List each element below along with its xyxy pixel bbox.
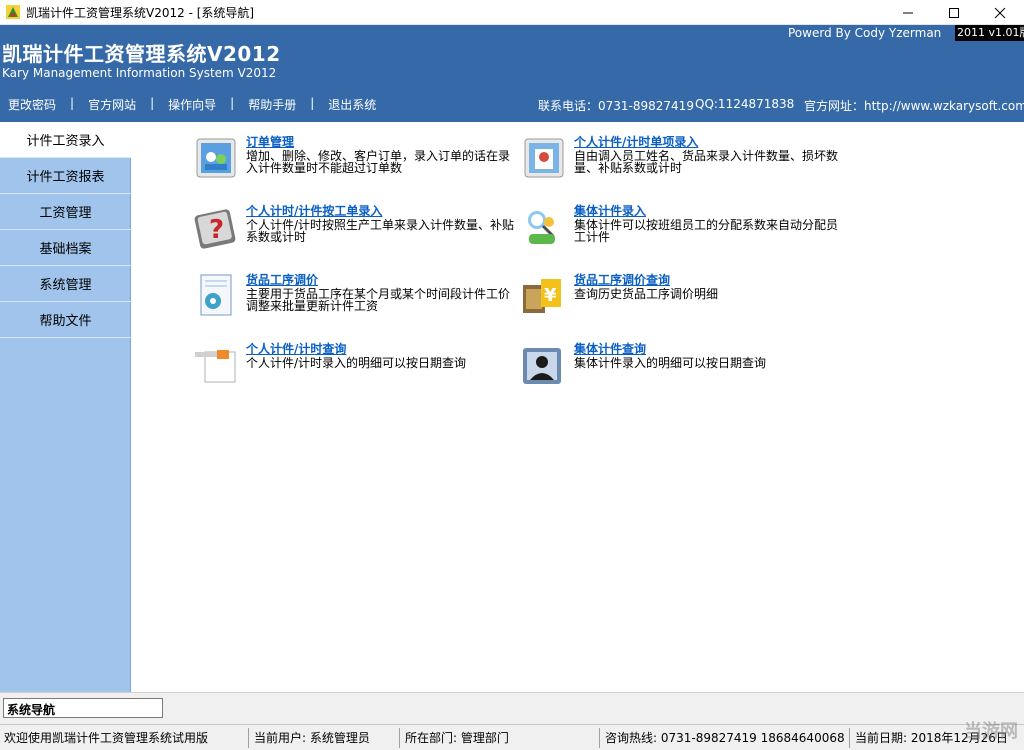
sidebar-item-system-management[interactable]: 系统管理 [0,266,131,302]
bottom-panel: 系统导航 [0,692,1024,724]
status-welcome: 欢迎使用凯瑞计件工资管理系统试用版 [2,728,249,748]
entry-description: 个人计件/计时按照生产工单来录入计件数量、补贴系数或计时 [246,218,515,244]
sidebar-item-wage-management[interactable]: 工资管理 [0,194,131,230]
header-banner: Powerd By Cody Yzerman 2011 v1.01版 凯瑞计件工… [0,25,1024,122]
entry-title[interactable]: 集体计件录入 [574,202,646,219]
entry-description: 查询历史货品工序调价明细 [574,287,719,301]
entry-description: 集体计件可以按班组员工的分配系数来自动分配员工计件 [574,218,839,244]
entry-description: 个人计件/计时录入的明细可以按日期查询 [246,356,467,370]
top-menu: 更改密码 | 官方网站 | 操作向导 | 帮助手册 | 退出系统 [0,96,384,114]
minimize-icon [903,12,913,13]
personal-entry-icon[interactable] [519,133,567,181]
minimize-button[interactable] [885,0,931,25]
main-content: 订单管理 增加、删除、修改、客户订单，录入订单的话在录入计件数量时不能超过订单数… [131,122,1024,692]
entry-personal-single-entry: 个人计件/计时单项录入 自由调入员工姓名、货品来录入计件数量、损坏数量、补贴系数… [519,133,849,193]
sidebar: 计件工资录入 计件工资报表 工资管理 基础档案 系统管理 帮助文件 [0,122,131,692]
close-button[interactable] [977,0,1023,25]
entry-title[interactable]: 货品工序调价查询 [574,271,670,288]
entry-personal-query: 个人计件/计时查询 个人计件/计时录入的明细可以按日期查询 [191,340,521,400]
entry-title[interactable]: 货品工序调价 [246,271,318,288]
contact-phone: 联系电话：0731-89827419 [538,99,694,113]
entry-description: 集体计件录入的明细可以按日期查询 [574,356,767,370]
entry-price-query: ¥ 货品工序调价查询 查询历史货品工序调价明细 [519,271,849,331]
menu-separator: | [230,96,235,110]
entry-group-query: 集体计件查询 集体计件录入的明细可以按日期查询 [519,340,849,400]
svg-text:¥: ¥ [544,285,557,306]
entry-description: 主要用于货品工序在某个月或某个时间段计件工价调整来批量更新计件工资 [246,287,511,313]
group-query-icon[interactable] [519,340,567,388]
entry-description: 增加、删除、修改、客户订单，录入订单的话在录入计件数量时不能超过订单数 [246,149,511,175]
menu-exit[interactable]: 退出系统 [320,96,384,114]
help-question-icon[interactable]: ? [191,202,239,250]
window-title: 凯瑞计件工资管理系统V2012 - [系统导航] [26,6,255,20]
contact-website[interactable]: 官方网址：http://www.wzkarysoft.com [804,97,1024,114]
entry-title[interactable]: 个人计件/计时查询 [246,340,346,357]
menu-separator: | [310,96,315,110]
menu-official-site[interactable]: 官方网站 [80,96,144,114]
entry-title[interactable]: 订单管理 [246,133,294,150]
status-department: 所在部门: 管理部门 [403,728,600,748]
entry-title[interactable]: 个人计件/计时单项录入 [574,133,698,150]
entry-personal-workorder-entry: ? 个人计时/计件按工单录入 个人计件/计时按照生产工单来录入计件数量、补贴系数… [191,202,521,262]
maximize-button[interactable] [931,0,977,25]
group-entry-icon[interactable] [519,202,567,250]
sidebar-item-help-files[interactable]: 帮助文件 [0,302,131,338]
app-icon [6,5,20,19]
status-current-user: 当前用户: 系统管理员 [252,728,400,748]
version-badge: 2011 v1.01版 [955,25,1024,41]
status-bar: 欢迎使用凯瑞计件工资管理系统试用版 当前用户: 系统管理员 所在部门: 管理部门… [0,724,1024,750]
app-title: 凯瑞计件工资管理系统V2012 [2,42,281,66]
close-icon [994,7,1006,18]
menu-separator: | [70,96,75,110]
sidebar-item-piecework-report[interactable]: 计件工资报表 [0,158,131,194]
price-adjust-icon[interactable] [191,271,239,319]
menu-guide[interactable]: 操作向导 [160,96,224,114]
entry-description: 自由调入员工姓名、货品来录入计件数量、损坏数量、补贴系数或计时 [574,149,839,175]
nav-tab-system-navigation[interactable]: 系统导航 [3,698,163,718]
contact-qq: QQ:1124871838 [695,97,795,111]
price-query-icon[interactable]: ¥ [519,271,567,319]
sidebar-item-base-records[interactable]: 基础档案 [0,230,131,266]
entry-title[interactable]: 集体计件查询 [574,340,646,357]
maximize-icon [949,7,959,18]
svg-text:?: ? [209,215,224,245]
sidebar-item-piecework-entry[interactable]: 计件工资录入 [0,122,131,158]
window-titlebar: 凯瑞计件工资管理系统V2012 - [系统导航] [0,0,1024,25]
personal-query-icon[interactable] [191,340,239,388]
powered-by-text: Powerd By Cody Yzerman [788,26,942,40]
menu-change-password[interactable]: 更改密码 [0,96,64,114]
entry-price-adjust: 货品工序调价 主要用于货品工序在某个月或某个时间段计件工价调整来批量更新计件工资 [191,271,521,331]
status-hotline: 咨询热线: 0731-89827419 18684640068 [603,728,850,748]
menu-help-manual[interactable]: 帮助手册 [240,96,304,114]
app-subtitle: Kary Management Information System V2012 [2,66,277,80]
menu-separator: | [150,96,155,110]
order-icon[interactable] [191,133,239,181]
entry-group-entry: 集体计件录入 集体计件可以按班组员工的分配系数来自动分配员工计件 [519,202,849,262]
entry-order-management: 订单管理 增加、删除、修改、客户订单，录入订单的话在录入计件数量时不能超过订单数 [191,133,521,193]
watermark-logo: 当游网 [964,721,1018,742]
entry-title[interactable]: 个人计时/计件按工单录入 [246,202,382,219]
